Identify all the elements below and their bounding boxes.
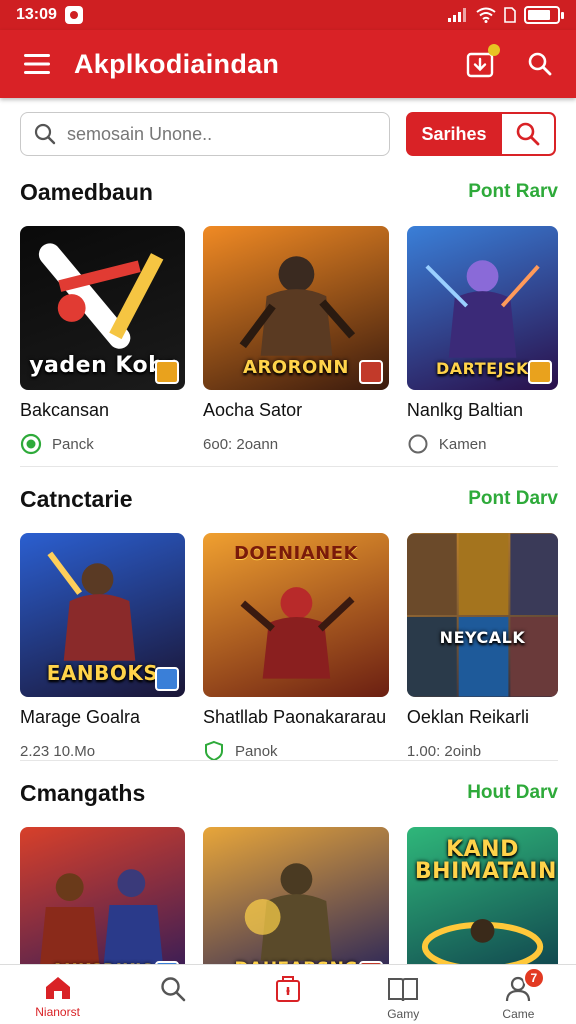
- shield-icon: [205, 740, 224, 762]
- app-bar-actions: [464, 44, 556, 80]
- game-meta: 2.23 10.Mo: [20, 740, 185, 762]
- game-meta-text: Panck: [52, 435, 94, 453]
- nav-search[interactable]: [115, 965, 230, 1024]
- section-divider: [20, 466, 558, 467]
- search-icon: [528, 52, 552, 76]
- section-3: Cmangaths Hout Darv AHKSRIKIS DAHEARSNC …: [20, 777, 558, 991]
- notification-badge: 7: [522, 967, 545, 989]
- game-meta-text: 2.23 10.Mo: [20, 742, 96, 760]
- game-meta: Panok: [203, 740, 389, 762]
- menu-icon[interactable]: [20, 47, 54, 81]
- see-all-link[interactable]: Pont Darv: [468, 488, 558, 510]
- game-title: Nanlkg Baltian: [406, 400, 523, 420]
- game-badge-icon: [155, 667, 180, 691]
- app-title: Akplkodiaindan: [74, 48, 280, 79]
- nav-profile[interactable]: Came 7: [461, 965, 576, 1024]
- game-card[interactable]: ARORONN Aocha Sator 6o0: 2oann: [203, 226, 389, 455]
- section-1: Oamedbaun Pont Rarv yaden Kobr Bakcansan…: [20, 176, 558, 455]
- section-2: Catnctarie Pont Darv EANBOKS Marage Goal…: [20, 483, 558, 762]
- game-meta-text: 1.00: 2oinb: [406, 742, 482, 760]
- nav-gamy[interactable]: Gamy: [346, 965, 461, 1024]
- game-banner-text: DOENIANEK: [233, 543, 358, 564]
- game-banner-text: KAND BHIMATAIN: [414, 837, 557, 884]
- search-row: Sarihes: [20, 112, 556, 156]
- section-header: Cmangaths Hout Darv: [20, 777, 558, 809]
- book-icon: [388, 978, 419, 1002]
- game-title: Aocha Sator: [203, 400, 303, 420]
- game-thumbnail: DOENIANEK: [203, 533, 389, 697]
- game-badge-icon: [155, 360, 180, 384]
- status-left: 13:09: [16, 6, 83, 24]
- nav-home[interactable]: Nianorst: [0, 965, 115, 1024]
- nav-gift[interactable]: [230, 965, 345, 1024]
- game-meta: Kamen: [407, 433, 558, 455]
- notification-app-icon: [64, 6, 83, 24]
- card-row: yaden Kobr Bakcansan Panck ARORONN Aocha…: [20, 226, 558, 455]
- status-right: [448, 6, 564, 24]
- game-badge-icon: [528, 360, 552, 384]
- section-divider: [20, 760, 558, 761]
- game-thumbnail: DARTEJSK: [406, 226, 558, 390]
- wifi-icon: [476, 7, 496, 23]
- nav-label: Came: [502, 1007, 535, 1021]
- section-header: Catnctarie Pont Darv: [20, 483, 558, 515]
- game-card[interactable]: yaden Kobr Bakcansan Panck: [20, 226, 186, 455]
- game-thumbnail: EANBOKS: [20, 533, 186, 697]
- nav-label: Gamy: [387, 1007, 420, 1021]
- game-banner-text: ARORONN: [243, 357, 349, 378]
- section-title: Catnctarie: [20, 485, 133, 512]
- status-bar: 13:09: [0, 0, 576, 30]
- search-submit-button[interactable]: [502, 112, 556, 156]
- search-button[interactable]: Sarihes: [406, 112, 502, 156]
- search-input[interactable]: [67, 123, 377, 145]
- app-bar: Akplkodiaindan: [0, 30, 576, 98]
- section-header: Oamedbaun Pont Rarv: [20, 176, 558, 208]
- game-collage-art: [406, 533, 558, 697]
- search-icon: [34, 123, 56, 145]
- game-meta-text: Kamen: [438, 435, 487, 453]
- game-title: Marage Goalra: [20, 707, 141, 727]
- game-meta: 1.00: 2oinb: [407, 740, 558, 762]
- game-banner-text: NEYCALK: [439, 628, 526, 647]
- home-icon: [45, 977, 70, 999]
- bottom-nav: Nianorst Gamy Came 7: [0, 964, 576, 1024]
- game-meta: Panck: [20, 433, 185, 455]
- shield-check-icon: [20, 433, 42, 455]
- gift-icon: [276, 976, 300, 1002]
- section-title: Oamedbaun: [20, 178, 153, 205]
- game-card[interactable]: EANBOKS Marage Goalra 2.23 10.Mo: [20, 533, 186, 762]
- card-row: EANBOKS Marage Goalra 2.23 10.Mo DOENIAN…: [20, 533, 558, 762]
- game-card[interactable]: DOENIANEK Shatllab Paonakararau Panok: [203, 533, 389, 762]
- game-thumbnail: yaden Kobr: [20, 226, 186, 390]
- see-all-link[interactable]: Hout Darv: [467, 782, 558, 804]
- download-badge-dot: [488, 44, 500, 56]
- signal-icon: [448, 8, 466, 22]
- game-meta-text: Panok: [235, 742, 278, 760]
- download-button[interactable]: [464, 44, 500, 80]
- sim-icon: [504, 7, 516, 23]
- game-meta-text: 6o0: 2oann: [203, 435, 279, 453]
- game-meta: 6o0: 2oann: [203, 433, 389, 455]
- see-all-link[interactable]: Pont Rarv: [468, 181, 558, 203]
- section-title: Cmangaths: [20, 779, 146, 806]
- game-thumbnail: ARORONN: [203, 226, 389, 390]
- game-thumbnail: NEYCALK: [406, 533, 558, 697]
- status-time: 13:09: [16, 6, 57, 23]
- search-box: [20, 112, 390, 156]
- appbar-search-button[interactable]: [524, 48, 556, 80]
- search-icon: [516, 122, 540, 146]
- game-title: Bakcansan: [20, 400, 110, 420]
- game-badge-icon: [358, 360, 383, 384]
- game-card[interactable]: NEYCALK Oeklan Reikarli 1.00: 2oinb: [406, 533, 558, 762]
- search-icon: [161, 977, 186, 1002]
- game-title: Oeklan Reikarli: [406, 707, 529, 727]
- game-title: Shatllab Paonakararau: [203, 707, 387, 727]
- battery-icon: [524, 6, 564, 24]
- nav-label: Nianorst: [35, 1005, 80, 1019]
- circle-icon: [408, 434, 428, 454]
- game-card[interactable]: DARTEJSK Nanlkg Baltian Kamen: [406, 226, 558, 455]
